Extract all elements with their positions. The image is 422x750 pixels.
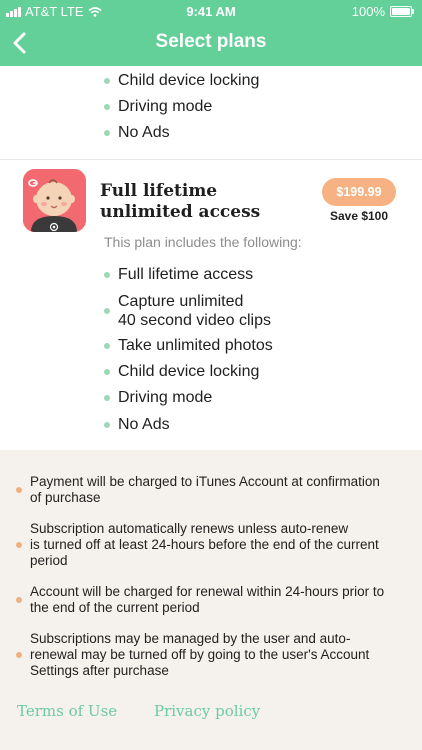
feature-item: Child device locking — [0, 72, 422, 90]
bullet-icon — [16, 652, 22, 658]
privacy-policy-link[interactable]: Privacy policy — [154, 702, 260, 720]
legal-item: Subscriptions may be managed by the user… — [16, 631, 406, 679]
feature-item: Driving mode — [0, 389, 422, 407]
bullet-icon — [104, 395, 110, 401]
bullet-icon — [104, 78, 110, 84]
feature-item: Full lifetime access — [0, 266, 422, 284]
save-label: Save $100 — [329, 209, 389, 223]
price-button[interactable]: $199.99 — [322, 178, 396, 206]
bullet-icon — [104, 343, 110, 349]
feature-item: No Ads — [0, 124, 422, 142]
feature-item: Capture unlimited 40 second video clips — [0, 292, 422, 330]
terms-of-use-link[interactable]: Terms of Use — [17, 702, 117, 720]
includes-label: This plan includes the following: — [104, 234, 302, 250]
legal-item: Subscription automatically renews unless… — [16, 521, 406, 569]
app-icon — [23, 169, 86, 232]
legal-item: Account will be charged for renewal with… — [16, 584, 406, 616]
bullet-icon — [16, 597, 22, 603]
plans-list: Child device locking Driving mode No Ads — [0, 66, 422, 450]
feature-item: Take unlimited photos — [0, 337, 422, 355]
feature-item: Driving mode — [0, 98, 422, 116]
bullet-icon — [104, 308, 110, 314]
battery-percent: 100% — [351, 4, 385, 19]
top-bar: AT&T LTE 9:41 AM 100% Select plans — [0, 0, 422, 66]
divider — [0, 159, 422, 160]
legal-item: Payment will be charged to iTunes Accoun… — [16, 474, 406, 506]
battery-icon — [390, 6, 414, 17]
bullet-icon — [104, 422, 110, 428]
bullet-icon — [104, 272, 110, 278]
bullet-icon — [16, 487, 22, 493]
feature-item: Child device locking — [0, 363, 422, 381]
bullet-icon — [104, 130, 110, 136]
page-title: Select plans — [155, 31, 267, 52]
plan-title: Full lifetime unlimited access — [100, 181, 261, 222]
status-bar: AT&T LTE 9:41 AM 100% — [0, 0, 422, 22]
feature-item: No Ads — [0, 416, 422, 434]
baby-face-icon — [23, 169, 86, 232]
bullet-icon — [104, 104, 110, 110]
bullet-icon — [16, 542, 22, 548]
bullet-icon — [104, 369, 110, 375]
